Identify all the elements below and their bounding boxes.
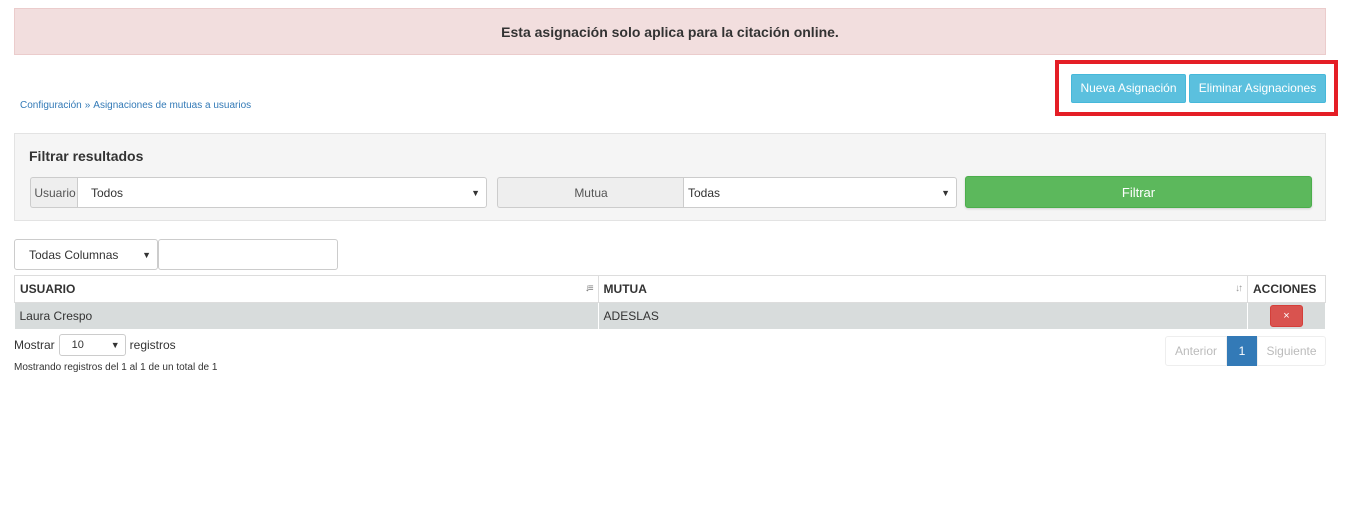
delete-row-button[interactable]: ×: [1270, 304, 1303, 327]
breadcrumb: Configuración» Asignaciones de mutuas a u…: [20, 100, 251, 111]
caret-down-icon: ▼: [142, 249, 151, 260]
page-length-select[interactable]: 10 ▼: [58, 334, 126, 356]
cell-acciones: ×: [1247, 302, 1326, 329]
breadcrumb-item-assignments[interactable]: Asignaciones de mutuas a usuarios: [93, 100, 251, 111]
cell-usuario: Laura Crespo: [14, 302, 599, 329]
pagination: Anterior 1 Siguiente: [1165, 336, 1326, 366]
columns-select[interactable]: Todas Columnas ▼: [14, 239, 158, 270]
new-assignment-button[interactable]: Nueva Asignación: [1071, 74, 1186, 103]
length-prefix: Mostrar: [14, 338, 55, 352]
alert-text: Esta asignación solo aplica para la cita…: [501, 23, 839, 40]
delete-assignments-button[interactable]: Eliminar Asignaciones: [1189, 74, 1326, 103]
mutua-label: Mutua: [497, 177, 684, 208]
caret-down-icon: ▼: [471, 187, 480, 198]
column-header-label: USUARIO: [20, 282, 76, 296]
caret-down-icon: ▼: [110, 340, 120, 350]
usuario-select[interactable]: Todos ▼: [77, 177, 487, 208]
column-header-usuario[interactable]: USUARIO ↓≡: [14, 275, 599, 303]
length-suffix: registros: [129, 338, 176, 352]
table-row: Laura Crespo ADESLAS ×: [14, 302, 1326, 329]
pagination-prev-button[interactable]: Anterior: [1165, 336, 1227, 366]
breadcrumb-separator: »: [84, 100, 91, 111]
pagination-page-button[interactable]: 1: [1227, 336, 1257, 366]
cell-mutua: ADESLAS: [598, 302, 1249, 329]
usuario-select-value: Todos: [91, 185, 124, 200]
column-header-acciones: ACCIONES: [1247, 275, 1326, 303]
search-input[interactable]: [158, 239, 338, 270]
table-info: Mostrando registros del 1 al 1 de un tot…: [14, 362, 218, 373]
page-length-control: Mostrar 10 ▼ registros: [14, 334, 176, 356]
column-header-label: MUTUA: [603, 282, 647, 296]
mutua-select-value: Todas: [688, 185, 721, 200]
sort-icon: ↓↑: [1235, 283, 1243, 294]
assignments-table: USUARIO ↓≡ MUTUA ↓↑ ACCIONES Laura Cresp…: [14, 275, 1326, 329]
mutua-select[interactable]: Todas ▼: [683, 177, 957, 208]
column-header-label: ACCIONES: [1253, 282, 1317, 296]
close-icon: ×: [1283, 309, 1290, 322]
breadcrumb-item-config[interactable]: Configuración: [20, 100, 82, 111]
columns-select-value: Todas Columnas: [29, 247, 119, 262]
usuario-label: Usuario: [30, 177, 79, 208]
page-length-value: 10: [71, 339, 84, 351]
filter-title: Filtrar resultados: [29, 148, 144, 164]
caret-down-icon: ▼: [941, 187, 950, 198]
info-alert: Esta asignación solo aplica para la cita…: [14, 8, 1326, 55]
sort-asc-icon: ↓≡: [584, 283, 594, 294]
filter-panel: Filtrar resultados Usuario Todos ▼ Mutua…: [14, 133, 1326, 221]
filter-button[interactable]: Filtrar: [965, 176, 1312, 208]
pagination-next-button[interactable]: Siguiente: [1257, 336, 1326, 366]
table-header-row: USUARIO ↓≡ MUTUA ↓↑ ACCIONES: [14, 275, 1326, 303]
column-header-mutua[interactable]: MUTUA ↓↑: [597, 275, 1249, 303]
